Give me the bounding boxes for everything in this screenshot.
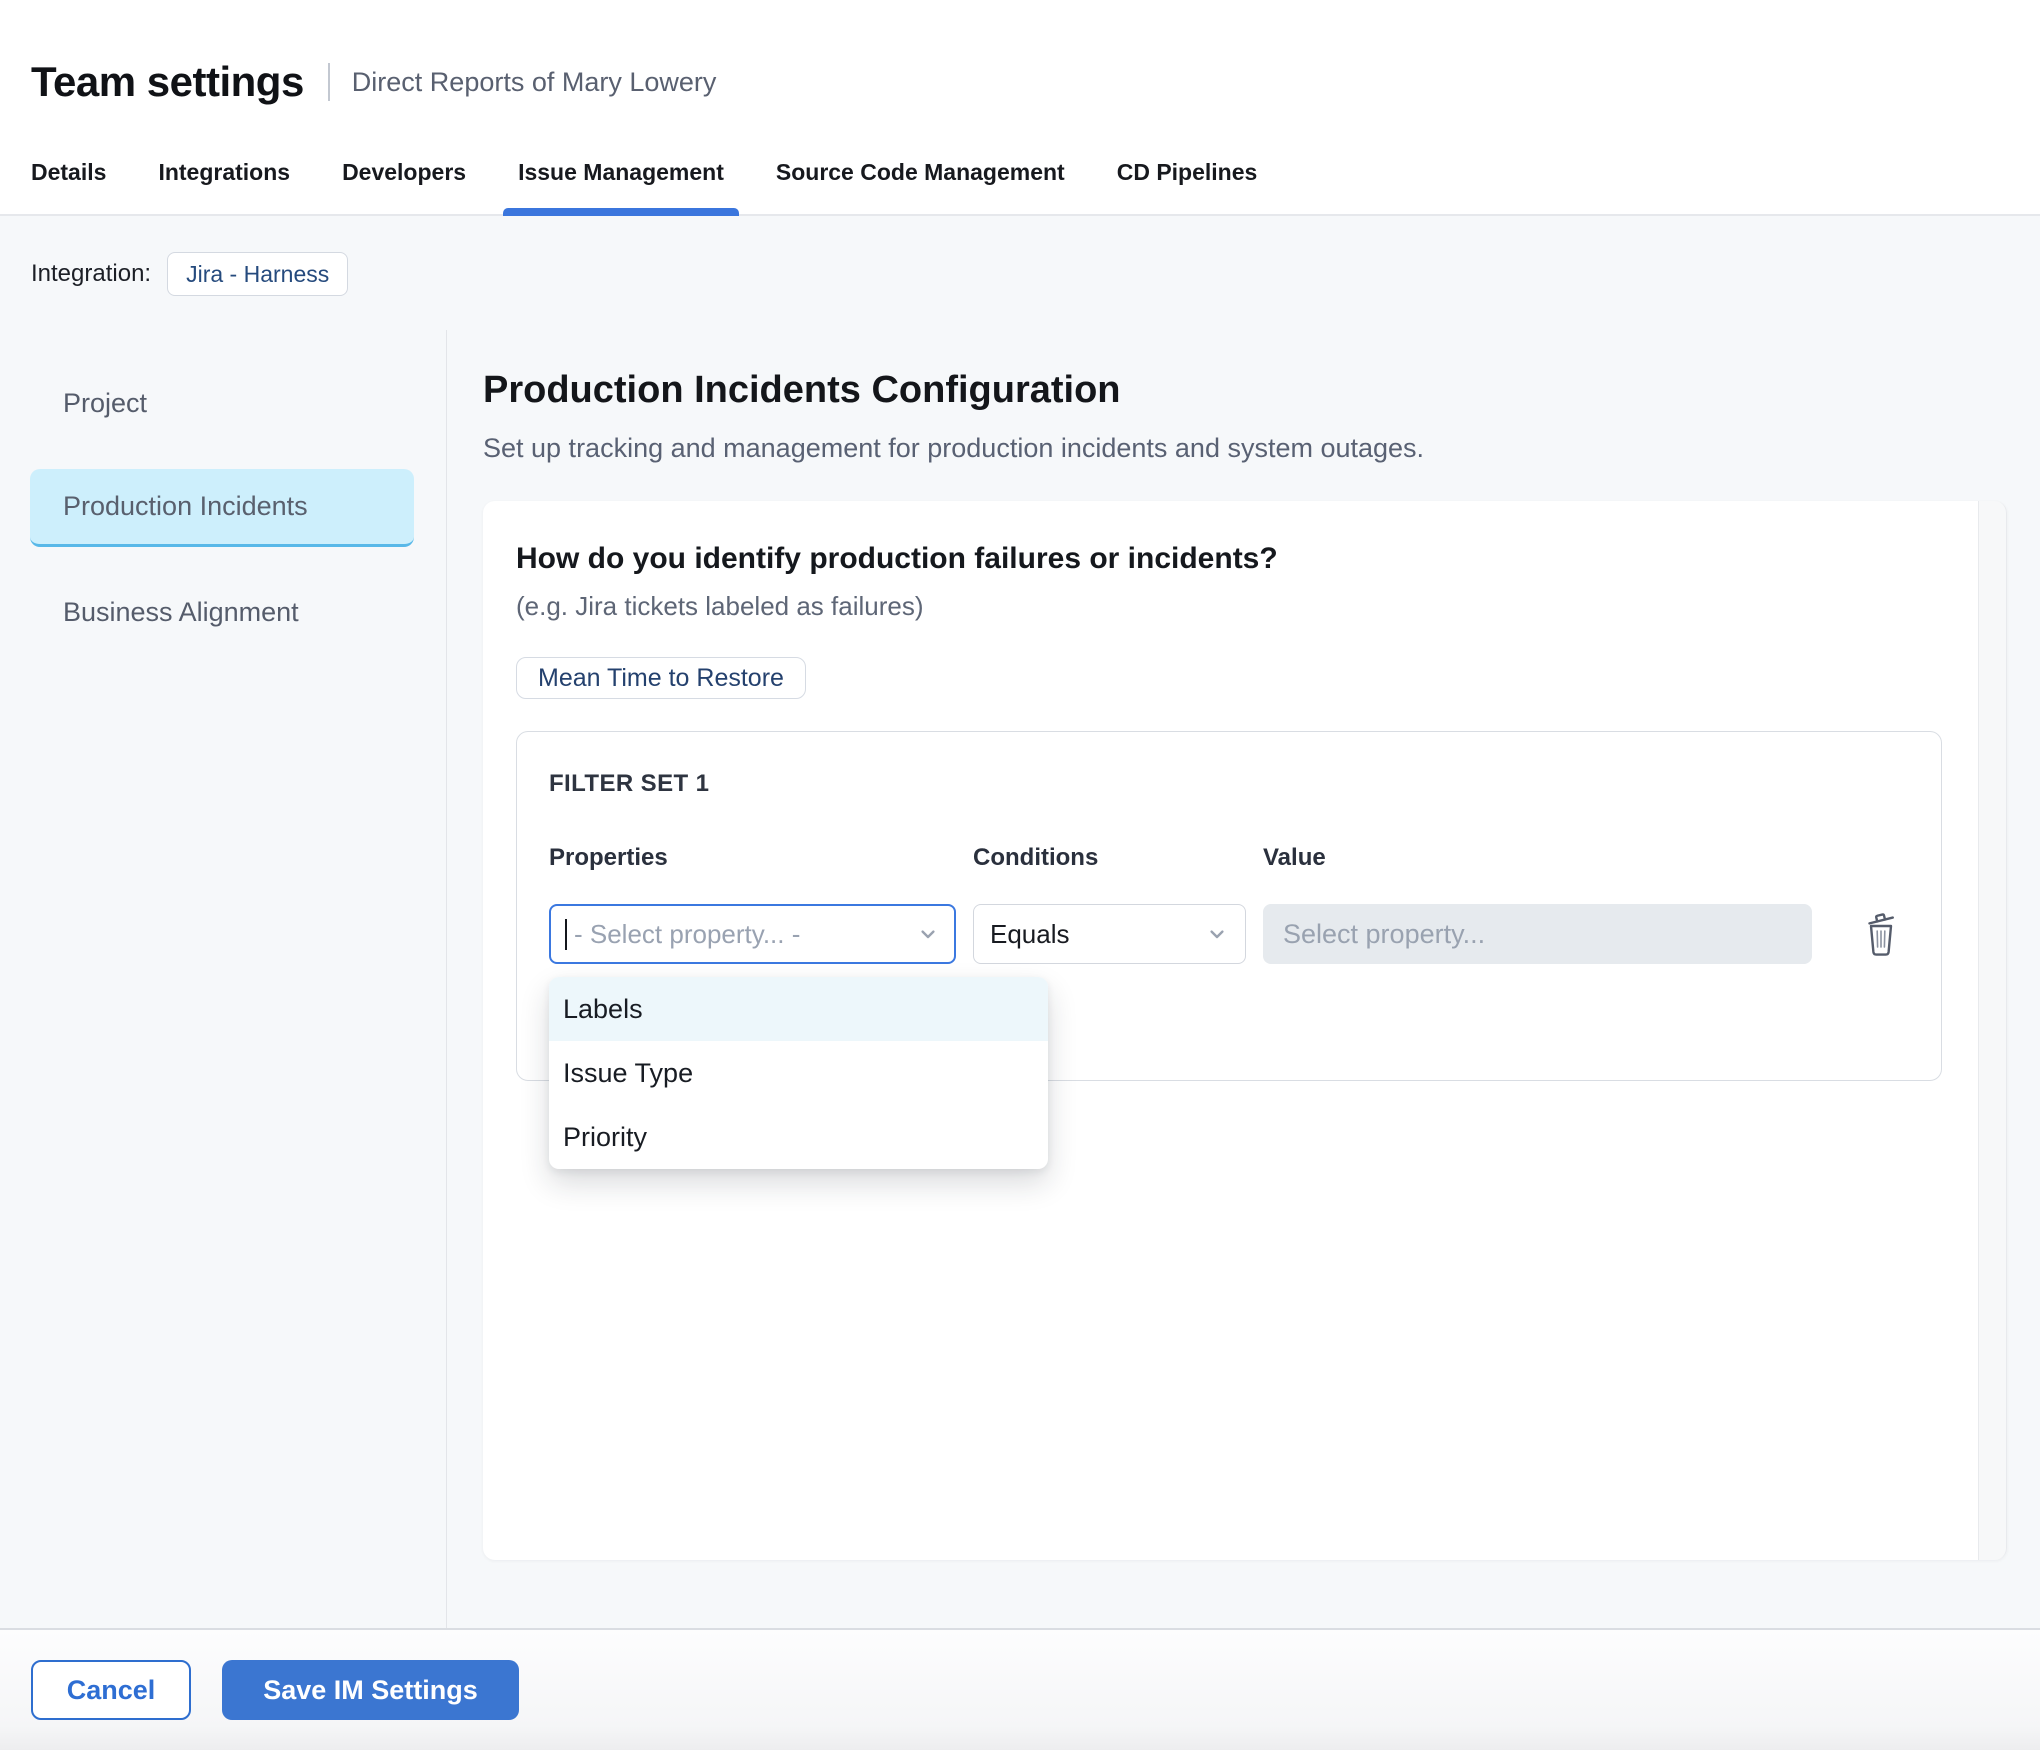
dropdown-option-issue-type[interactable]: Issue Type [549,1041,1048,1105]
integration-chip[interactable]: Jira - Harness [167,252,348,296]
dropdown-option-priority[interactable]: Priority [549,1105,1048,1169]
page-title: Team settings [31,58,304,106]
integration-row: Integration: Jira - Harness [0,216,2040,330]
column-header-properties: Properties [549,844,973,872]
title-separator [328,63,330,101]
section-title: Production Incidents Configuration [483,368,2007,412]
app-header: Team settings Direct Reports of Mary Low… [0,0,2040,130]
settings-sidebar: Project Production Incidents Business Al… [0,330,447,1628]
chevron-down-icon [1205,922,1229,946]
cancel-button[interactable]: Cancel [31,1660,191,1720]
sidebar-item-project[interactable]: Project [30,370,414,437]
filter-set-card: FILTER SET 1 Properties Conditions Value… [516,731,1942,1081]
save-im-settings-button[interactable]: Save IM Settings [222,1660,519,1720]
section-subtitle: Set up tracking and management for produ… [483,432,2007,464]
property-select[interactable]: - Select property... - [549,904,956,964]
configuration-panel: How do you identify production failures … [483,501,2007,1560]
tab-integrations[interactable]: Integrations [143,130,305,214]
active-tab-underline [503,208,739,216]
tab-source-code-management[interactable]: Source Code Management [761,130,1080,214]
tab-bar: Details Integrations Developers Issue Ma… [0,130,2040,216]
integration-label: Integration: [31,252,151,296]
scrollbar-track[interactable] [1978,501,2007,1560]
page-subtitle: Direct Reports of Mary Lowery [352,67,717,98]
question-heading: How do you identify production failures … [516,541,1945,577]
sidebar-item-business-alignment[interactable]: Business Alignment [30,579,414,646]
delete-filter-button[interactable] [1859,908,1903,960]
tab-developers[interactable]: Developers [327,130,481,214]
tab-cd-pipelines[interactable]: CD Pipelines [1102,130,1273,214]
question-hint: (e.g. Jira tickets labeled as failures) [516,591,1945,621]
value-input-placeholder: Select property... [1283,919,1792,950]
property-dropdown-menu: Labels Issue Type Priority [549,977,1048,1169]
team-settings-page: Team settings Direct Reports of Mary Low… [0,0,2040,1750]
condition-select[interactable]: Equals [973,904,1246,964]
main-content: Production Incidents Configuration Set u… [447,330,2040,1628]
dropdown-option-labels[interactable]: Labels [549,977,1048,1041]
trash-icon [1860,909,1902,959]
settings-body: Integration: Jira - Harness Project Prod… [0,216,2040,1628]
condition-select-value: Equals [990,919,1205,950]
column-header-conditions: Conditions [973,844,1263,872]
chevron-down-icon [916,922,940,946]
filter-controls-row: - Select property... - Equals [549,904,1941,964]
filter-set-title: FILTER SET 1 [549,770,1941,798]
tab-details[interactable]: Details [16,130,121,214]
metric-tab-mean-time-to-restore[interactable]: Mean Time to Restore [516,657,806,699]
column-header-value: Value [1263,844,1941,872]
footer-action-bar: Cancel Save IM Settings [0,1628,2040,1750]
content-columns: Project Production Incidents Business Al… [0,330,2040,1628]
value-input[interactable]: Select property... [1263,904,1812,964]
text-caret [565,919,567,950]
sidebar-item-production-incidents[interactable]: Production Incidents [30,469,414,547]
property-select-placeholder: - Select property... - [574,919,916,950]
tab-issue-management[interactable]: Issue Management [503,130,739,214]
filter-column-headers: Properties Conditions Value [549,844,1941,872]
